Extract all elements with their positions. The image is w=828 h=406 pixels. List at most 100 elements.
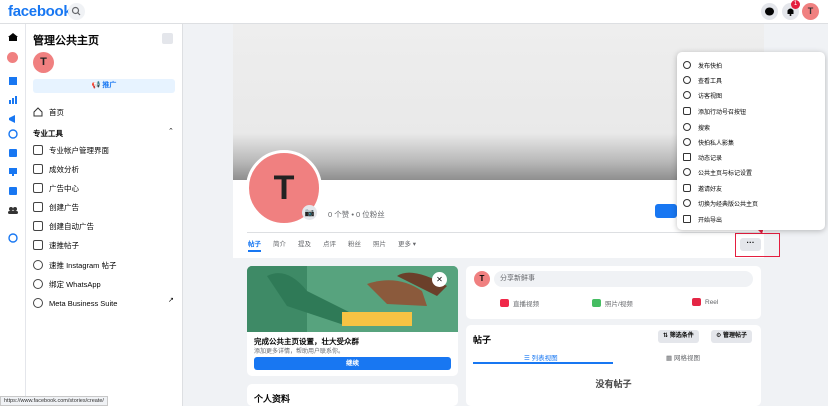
page-avatar-icon[interactable] [7,52,18,63]
sidebar-item-ad-center[interactable]: 广告中心 [33,181,79,195]
sidebar-item-boost-instagram[interactable]: 速推 Instagram 帖子 [33,258,117,272]
manage-posts-button[interactable]: ⚙ 管理帖子 [711,330,753,343]
sidebar-item-label: Meta Business Suite [49,298,118,308]
photo-video-label: 照片/视频 [605,301,633,308]
tab-reviews[interactable]: 点评 [323,238,336,252]
menu-item-visitor-view[interactable]: 访客视图 [683,88,722,102]
tab-mentions[interactable]: 提及 [298,238,311,252]
photo-video-button[interactable]: 照片/视频 [592,298,633,308]
camera-icon[interactable]: 📷 [302,205,317,220]
sidebar-item-label: 专业帐户管理界面 [49,145,109,155]
menu-item-switch-classic[interactable]: 切换为经典版公共主页 [683,196,758,210]
sidebar-item-create-ad[interactable]: 创建广告 [33,200,79,214]
menu-item-activity-log[interactable]: 动态记录 [683,150,722,164]
chevron-up-icon[interactable]: ⌃ [168,127,174,135]
search-button[interactable] [68,3,85,20]
reel-label: Reel [705,298,719,306]
live-video-button[interactable]: 直播视频 [500,298,539,308]
media-icon[interactable] [7,148,19,158]
sidebar-item-professional-dashboard[interactable]: 专业帐户管理界面 [33,143,109,157]
continue-button[interactable]: 继续 [254,357,451,370]
filter-icon: ⇅ [663,333,670,339]
posts-title: 帖子 [473,335,492,345]
live-video-icon [500,299,509,307]
facebook-logo[interactable]: facebook [8,3,72,20]
primary-action-button[interactable] [655,204,677,218]
filter-button[interactable]: ⇅ 筛选条件 [658,330,699,343]
search-icon [683,123,691,131]
active-view-indicator [473,362,613,364]
menu-item-view-tools[interactable]: 查看工具 [683,73,722,87]
close-icon[interactable]: ✕ [432,272,447,287]
pencil-icon [33,202,43,212]
menu-item-label: 切换为经典版公共主页 [698,201,759,208]
insights-icon[interactable] [7,95,19,105]
menu-item-start-export[interactable]: 开始导出 [683,212,722,226]
inbox-icon[interactable] [7,186,19,196]
tab-posts[interactable]: 帖子 [248,238,261,252]
sidebar-item-automated-ads[interactable]: 创建自动广告 [33,219,94,233]
menu-item-invite-friends[interactable]: 邀请好友 [683,181,722,195]
tab-followers[interactable]: 粉丝 [348,238,361,252]
highlight-box [735,233,780,257]
monitor-icon[interactable] [7,167,19,177]
composer-avatar[interactable]: T [474,271,490,287]
grid-view-tab[interactable]: ▦ 网格视图 [666,352,700,362]
sidebar-page-avatar[interactable]: T [33,52,54,73]
menu-item-add-cta[interactable]: 添加行动号召按钮 [683,104,746,118]
photo-icon [592,299,601,307]
megaphone-icon[interactable] [7,114,19,124]
chat-icon [33,240,43,250]
reel-button[interactable]: Reel [692,298,718,306]
setup-card-subtitle: 添加更多详情，帮助用户联系你。 [254,349,345,355]
more-options-menu: 发布快拍 查看工具 访客视图 添加行动号召按钮 搜索 快拍私人影集 动态记录 公… [677,52,825,230]
promote-button[interactable]: 📢 推广 [33,79,175,93]
menu-item-create-story[interactable]: 发布快拍 [683,58,722,72]
notification-count-badge: 1 [791,0,800,9]
messenger-button[interactable] [761,3,778,20]
menu-item-label: 开始导出 [698,217,723,224]
sidebar-item-label: 创建自动广告 [49,221,94,231]
collapse-sidebar-button[interactable] [162,33,173,44]
sidebar-item-home[interactable]: 首页 [33,105,64,119]
account-avatar[interactable]: T [802,3,819,20]
search-icon [71,6,81,16]
list-view-tab[interactable]: ☰ 列表视图 [524,352,558,362]
link-icon[interactable] [7,233,19,243]
likes-followers-count[interactable]: 0 个赞 • 0 位粉丝 [328,209,385,220]
about-title: 个人资料 [254,394,291,404]
sidebar-title: 管理公共主页 [33,35,99,47]
export-icon [683,215,691,223]
messenger-icon [765,7,774,16]
sidebar-item-boost-post[interactable]: 速推帖子 [33,238,79,252]
left-icon-rail [0,24,26,406]
page-setup-card: ✕ 完成公共主页设置，壮大受众群 添加更多详情，帮助用户联系你。 继续 [247,266,458,376]
globe-icon[interactable] [7,129,19,139]
home-icon[interactable] [7,32,19,42]
sidebar-item-meta-business-suite[interactable]: Meta Business Suite [33,296,117,310]
plus-circle-icon [683,61,691,69]
tab-photos[interactable]: 照片 [373,238,386,252]
story-archive-icon [683,138,691,146]
tab-about[interactable]: 简介 [273,238,286,252]
manage-posts-label: 管理帖子 [723,333,748,339]
menu-item-story-archive[interactable]: 快拍私人影集 [683,135,734,149]
automated-ads-icon [33,221,43,231]
menu-item-page-tag-settings[interactable]: 公共主页与标记设置 [683,165,752,179]
sidebar-item-label: 创建广告 [49,202,79,212]
eye-icon [683,91,691,99]
sidebar-item-whatsapp[interactable]: 绑定 WhatsApp [33,277,101,291]
people-icon[interactable] [7,205,19,215]
dashboard-icon [33,145,43,155]
tab-more[interactable]: 更多 ▾ [398,238,416,252]
composer-input[interactable]: 分享新鲜事 [494,271,753,287]
menu-item-label: 公共主页与标记设置 [698,170,753,177]
menu-item-search[interactable]: 搜索 [683,120,710,134]
menu-item-label: 添加行动号召按钮 [698,109,747,116]
live-video-label: 直播视频 [513,301,539,308]
menu-item-label: 发布快拍 [698,63,723,70]
gear-icon: ⚙ [716,333,724,339]
sidebar-item-insights[interactable]: 成效分析 [33,162,79,176]
manage-page-sidebar: 管理公共主页 T 📢 推广 首页 专业工具 ⌃ 专业帐户管理界面 成效分析 广告… [26,24,183,406]
grid-icon[interactable] [7,76,19,86]
